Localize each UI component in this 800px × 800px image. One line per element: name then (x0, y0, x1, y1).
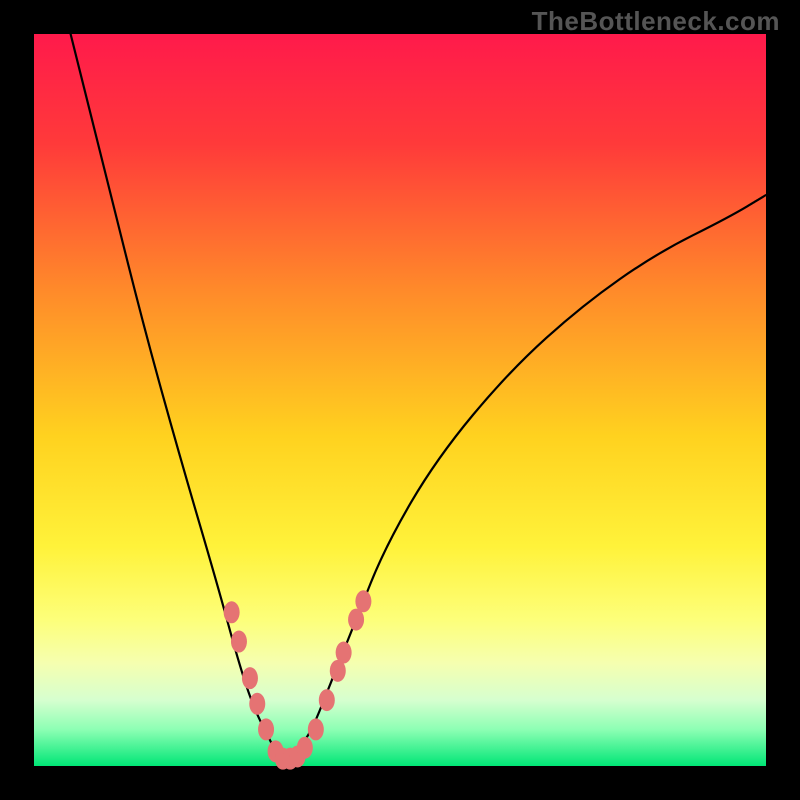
curve-marker (231, 631, 247, 653)
plot-background (34, 34, 766, 766)
curve-marker (224, 601, 240, 623)
bottleneck-chart (0, 0, 800, 800)
watermark-text: TheBottleneck.com (532, 6, 780, 37)
curve-marker (308, 718, 324, 740)
curve-marker (336, 642, 352, 664)
curve-marker (242, 667, 258, 689)
curve-marker (297, 737, 313, 759)
curve-marker (258, 718, 274, 740)
curve-marker (249, 693, 265, 715)
curve-marker (319, 689, 335, 711)
curve-marker (355, 590, 371, 612)
